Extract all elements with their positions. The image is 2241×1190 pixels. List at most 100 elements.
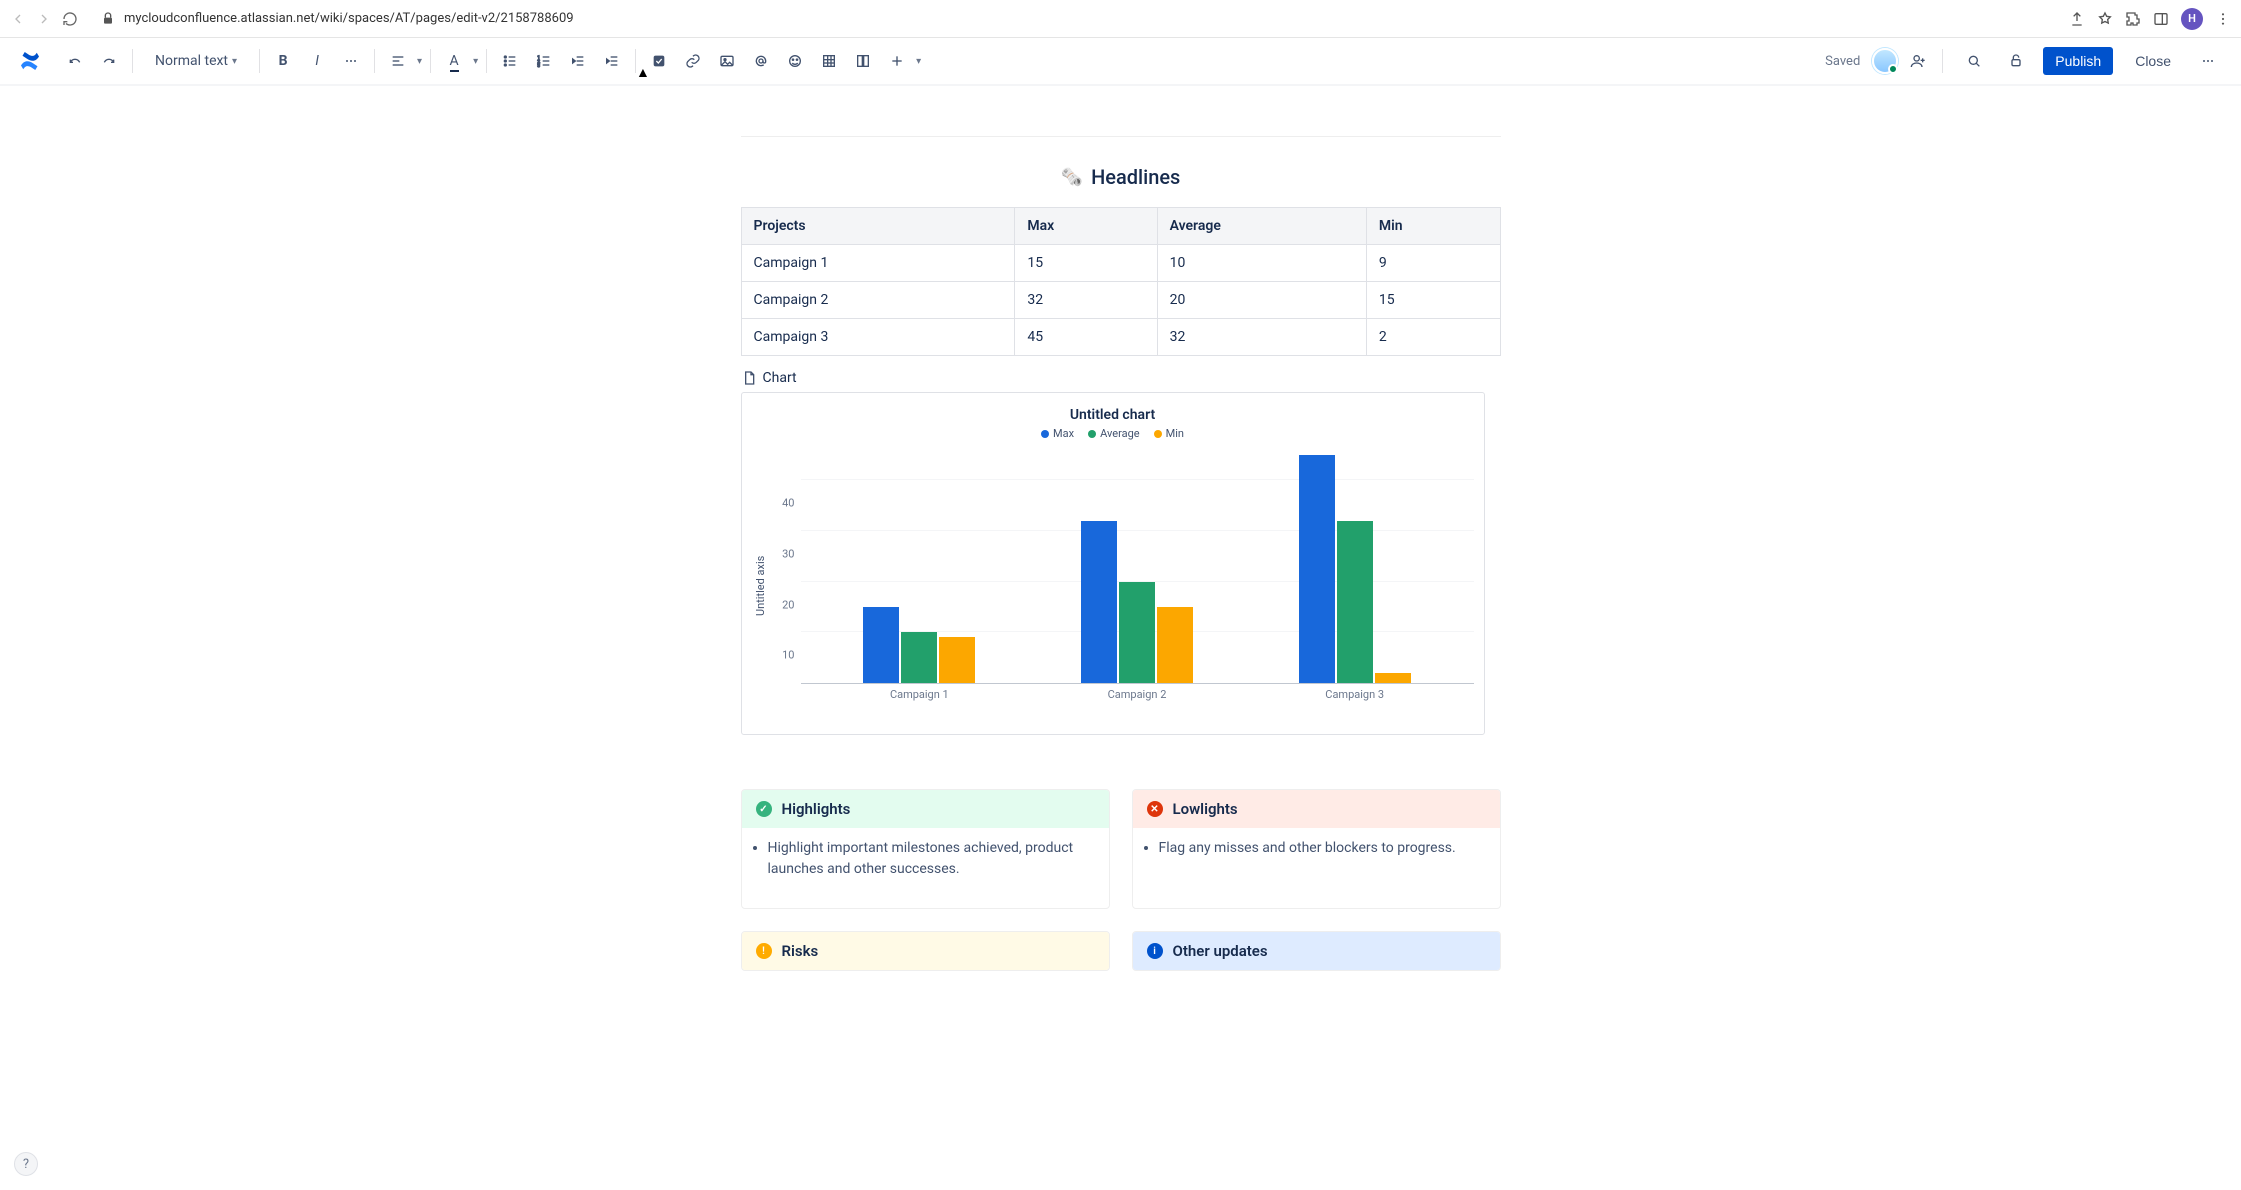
table-header[interactable]: Min xyxy=(1366,208,1500,245)
bar xyxy=(901,632,937,683)
highlights-panel[interactable]: ✓ Highlights Highlight important milesto… xyxy=(741,789,1110,909)
italic-icon[interactable]: I xyxy=(302,46,332,76)
table-icon[interactable] xyxy=(814,46,844,76)
lock-icon xyxy=(100,11,116,27)
separator xyxy=(486,49,487,73)
table-cell[interactable]: 2 xyxy=(1366,319,1500,356)
insert-plus-icon[interactable] xyxy=(882,46,912,76)
editor-toolbar: Normal text ▾ B I ▾ A ▾ 123 xyxy=(0,38,2241,86)
chart-macro[interactable]: Untitled chart MaxAverageMin Untitled ax… xyxy=(741,392,1485,735)
restrictions-icon[interactable] xyxy=(2001,46,2031,76)
table-cell[interactable]: Campaign 3 xyxy=(741,319,1015,356)
table-cell[interactable]: Campaign 1 xyxy=(741,245,1015,282)
link-icon[interactable] xyxy=(678,46,708,76)
legend-swatch-icon xyxy=(1154,430,1162,438)
separator xyxy=(374,49,375,73)
image-icon[interactable] xyxy=(712,46,742,76)
x-tick-label: Campaign 1 xyxy=(831,688,1009,701)
table-header[interactable]: Max xyxy=(1015,208,1157,245)
section-heading-headlines: 🗞️ Headlines xyxy=(741,136,1501,189)
bar xyxy=(1157,607,1193,683)
other-updates-panel[interactable]: i Other updates xyxy=(1132,931,1501,971)
editor-content[interactable]: 🗞️ Headlines Projects Max Average Min Ca… xyxy=(741,86,1501,971)
bar-group: Campaign 3 xyxy=(1266,446,1444,683)
table-row[interactable]: Campaign 345322 xyxy=(741,319,1500,356)
y-axis-ticks: 10 20 30 40 xyxy=(769,446,801,726)
action-item-icon[interactable] xyxy=(644,46,674,76)
table-cell[interactable]: 32 xyxy=(1157,319,1366,356)
forward-icon[interactable] xyxy=(36,11,52,27)
table-cell[interactable]: Campaign 2 xyxy=(741,282,1015,319)
table-cell[interactable]: 10 xyxy=(1157,245,1366,282)
table-row[interactable]: Campaign 115109 xyxy=(741,245,1500,282)
mention-icon[interactable] xyxy=(746,46,776,76)
more-formatting-icon[interactable] xyxy=(336,46,366,76)
y-tick-label: 40 xyxy=(782,497,794,510)
undo-icon[interactable] xyxy=(60,46,90,76)
share-icon[interactable] xyxy=(2069,11,2085,27)
numbered-list-icon[interactable]: 123 xyxy=(529,46,559,76)
url-field[interactable]: mycloudconfluence.atlassian.net/wiki/spa… xyxy=(88,7,2059,31)
table-header[interactable]: Projects xyxy=(741,208,1015,245)
bold-icon[interactable]: B xyxy=(268,46,298,76)
editor-avatar[interactable] xyxy=(1872,48,1898,74)
bookmark-star-icon[interactable] xyxy=(2097,11,2113,27)
table-cell[interactable]: 9 xyxy=(1366,245,1500,282)
chevron-down-icon[interactable]: ▾ xyxy=(417,56,422,67)
lowlights-title: Lowlights xyxy=(1173,800,1238,818)
chart-legend: MaxAverageMin xyxy=(752,427,1474,440)
reload-icon[interactable] xyxy=(62,11,78,27)
bar xyxy=(863,607,899,683)
table-cell[interactable]: 32 xyxy=(1015,282,1157,319)
y-tick-label: 20 xyxy=(782,598,794,611)
text-color-icon[interactable]: A xyxy=(439,46,469,76)
bullet-list-icon[interactable] xyxy=(495,46,525,76)
page-icon xyxy=(741,370,757,386)
extensions-icon[interactable] xyxy=(2125,11,2141,27)
lowlights-panel[interactable]: ✕ Lowlights Flag any misses and other bl… xyxy=(1132,789,1501,909)
outdent-icon[interactable] xyxy=(563,46,593,76)
more-actions-icon[interactable] xyxy=(2193,46,2223,76)
separator xyxy=(1942,49,1943,73)
layouts-icon[interactable] xyxy=(848,46,878,76)
risks-panel[interactable]: ! Risks xyxy=(741,931,1110,971)
separator xyxy=(259,49,260,73)
y-tick-label: 30 xyxy=(782,548,794,561)
svg-text:3: 3 xyxy=(537,63,540,69)
sidepanel-icon[interactable] xyxy=(2153,11,2169,27)
align-icon[interactable] xyxy=(383,46,413,76)
chart-plot-area: Campaign 1Campaign 2Campaign 3 xyxy=(801,446,1474,684)
text-style-label: Normal text xyxy=(155,53,228,69)
publish-button[interactable]: Publish xyxy=(2043,47,2113,75)
kebab-icon[interactable] xyxy=(2215,11,2231,27)
chevron-down-icon[interactable]: ▾ xyxy=(916,56,921,67)
back-icon[interactable] xyxy=(10,11,26,27)
profile-avatar[interactable]: H xyxy=(2181,8,2203,30)
table-cell[interactable]: 20 xyxy=(1157,282,1366,319)
table-cell[interactable]: 15 xyxy=(1366,282,1500,319)
close-button[interactable]: Close xyxy=(2125,47,2181,75)
emoji-icon[interactable] xyxy=(780,46,810,76)
table-cell[interactable]: 45 xyxy=(1015,319,1157,356)
indent-icon[interactable] xyxy=(597,46,627,76)
bar-group: Campaign 1 xyxy=(831,446,1009,683)
invite-user-icon[interactable] xyxy=(1910,53,1926,69)
table-header[interactable]: Average xyxy=(1157,208,1366,245)
headlines-table[interactable]: Projects Max Average Min Campaign 115109… xyxy=(741,207,1501,356)
confluence-logo-icon[interactable] xyxy=(18,49,42,73)
other-updates-title: Other updates xyxy=(1173,942,1268,960)
headlines-title-text: Headlines xyxy=(1091,165,1180,189)
highlights-item: Highlight important milestones achieved,… xyxy=(768,838,1095,880)
search-icon[interactable] xyxy=(1959,46,1989,76)
chevron-down-icon[interactable]: ▾ xyxy=(473,56,478,67)
help-button[interactable]: ? xyxy=(14,1152,38,1176)
y-tick-label: 10 xyxy=(782,649,794,662)
legend-label: Average xyxy=(1100,427,1140,440)
text-style-dropdown[interactable]: Normal text ▾ xyxy=(147,49,245,73)
chart-attachment-link[interactable]: Chart xyxy=(741,370,1501,386)
risks-title: Risks xyxy=(782,942,819,960)
chart-title: Untitled chart xyxy=(752,407,1474,423)
redo-icon[interactable] xyxy=(94,46,124,76)
table-cell[interactable]: 15 xyxy=(1015,245,1157,282)
table-row[interactable]: Campaign 2322015 xyxy=(741,282,1500,319)
